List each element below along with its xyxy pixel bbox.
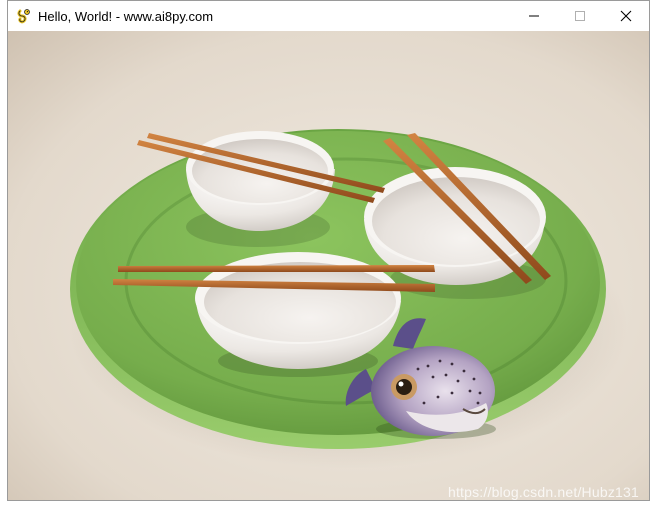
maximize-icon (575, 11, 585, 21)
maximize-button[interactable] (557, 1, 603, 31)
title-bar[interactable]: Hello, World! - www.ai8py.com (8, 1, 649, 31)
scene-image (8, 31, 649, 500)
window-title: Hello, World! - www.ai8py.com (38, 9, 214, 24)
app-window: Hello, World! - www.ai8py.com https://bl… (7, 0, 650, 501)
pygame-snake-icon (16, 8, 32, 24)
minimize-icon (529, 15, 539, 17)
minimize-button[interactable] (511, 1, 557, 31)
game-canvas[interactable]: https://blog.csdn.net/Hubz131 (8, 31, 649, 500)
close-button[interactable] (603, 1, 649, 31)
close-icon (620, 10, 632, 22)
watermark-text: https://blog.csdn.net/Hubz131 (447, 484, 639, 500)
